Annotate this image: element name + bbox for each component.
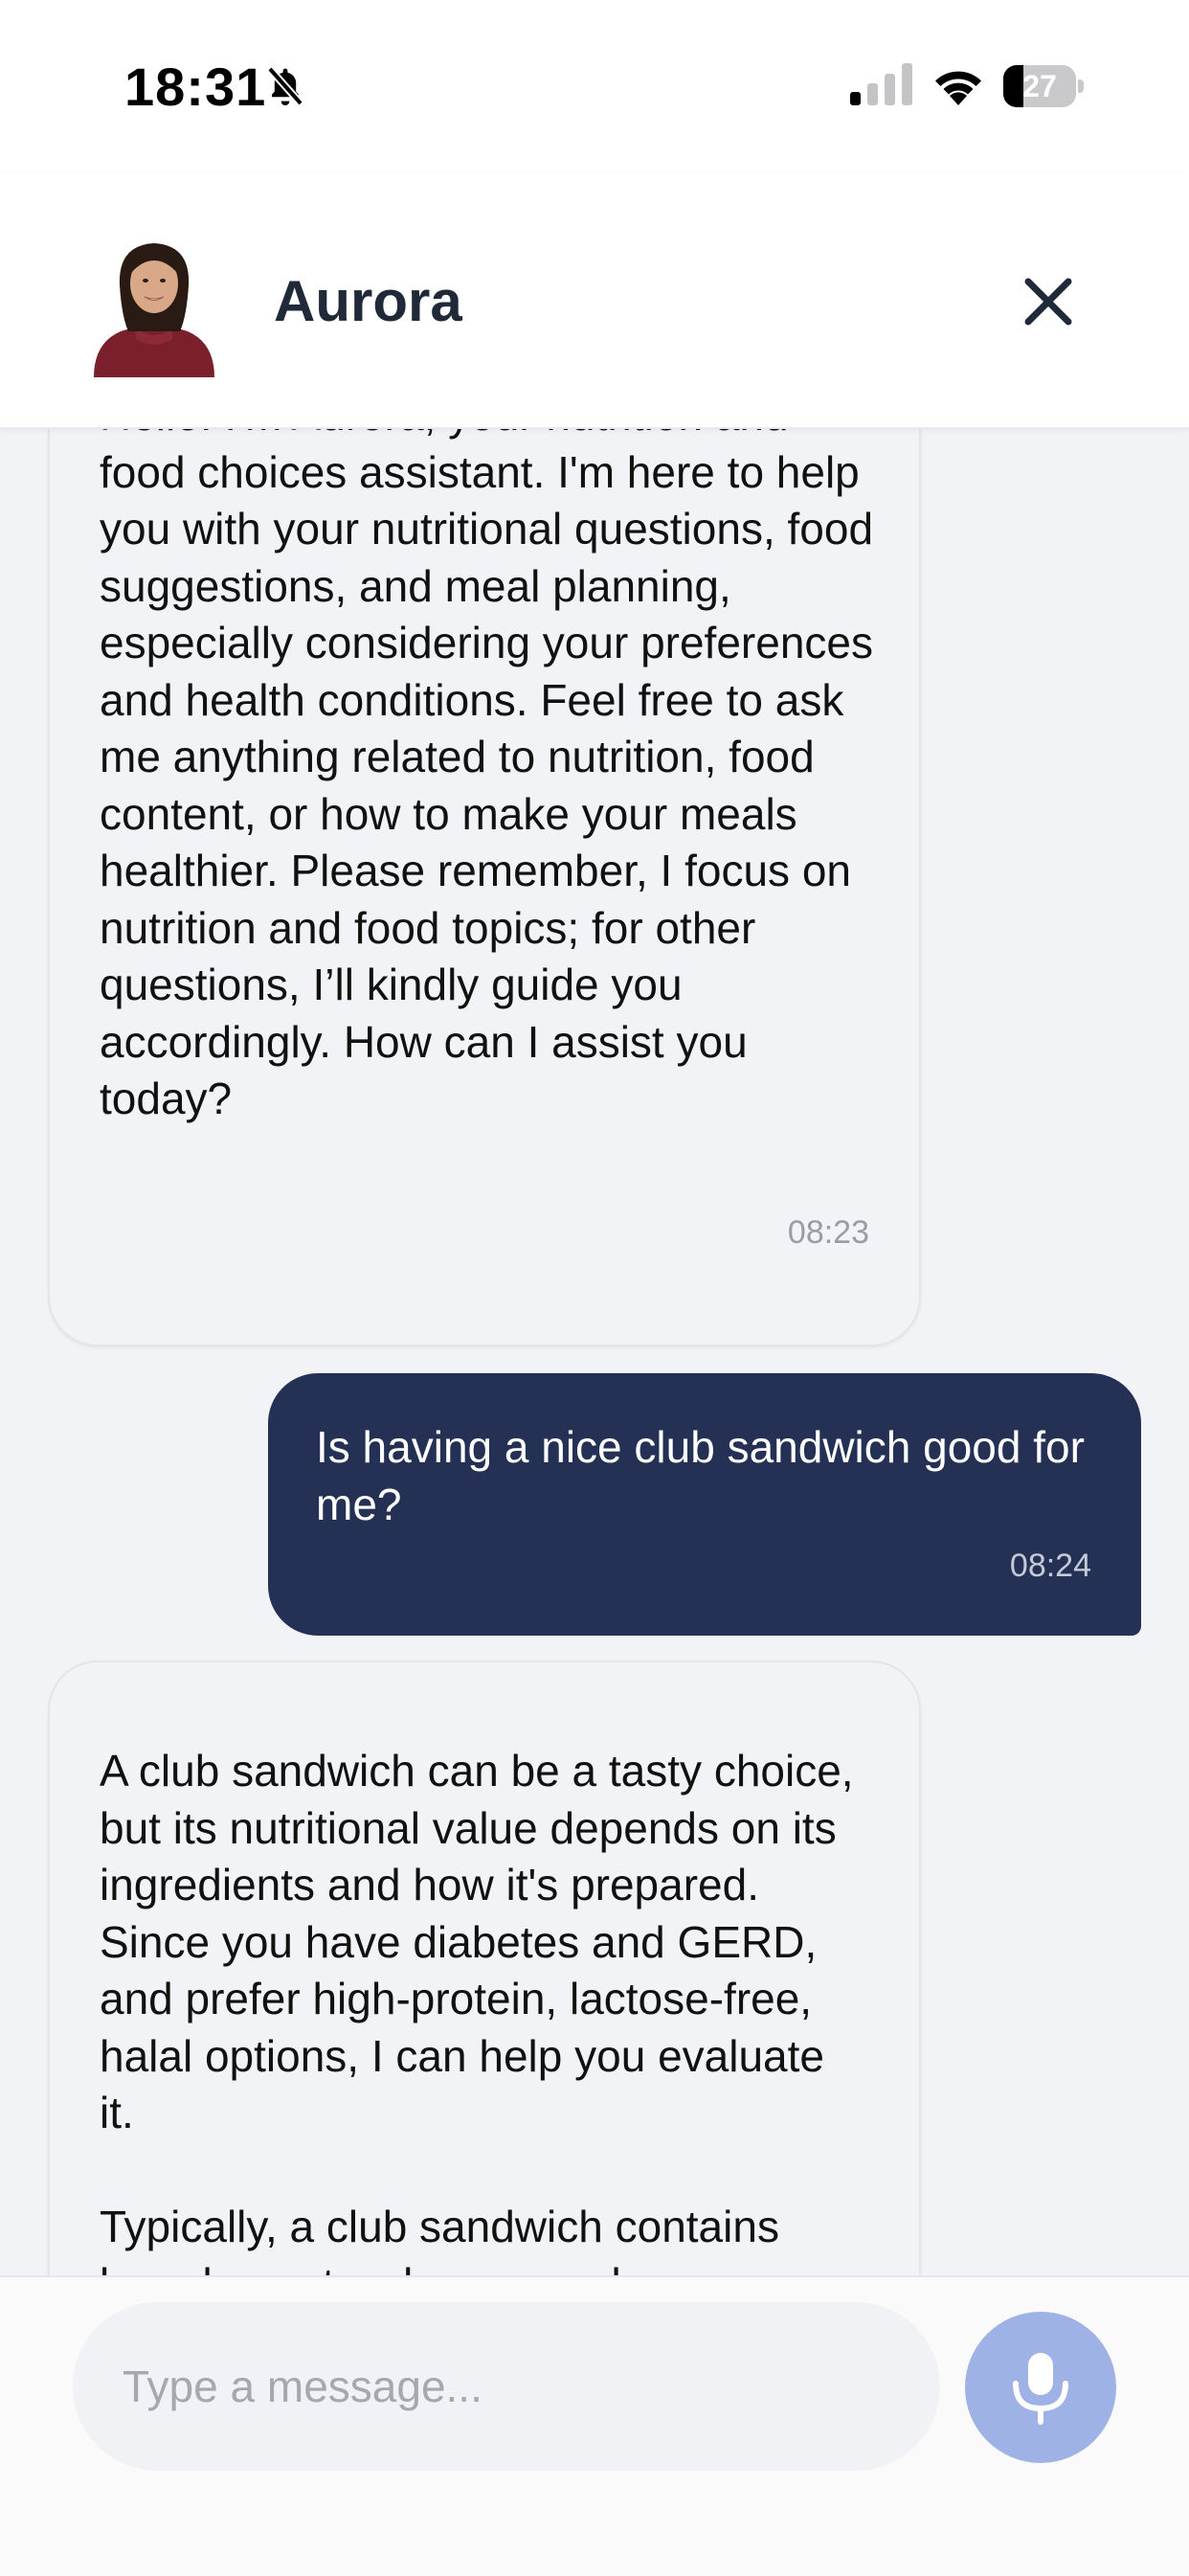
message-composer	[0, 2275, 1189, 2576]
user-message: Is having a nice club sandwich good for …	[268, 1373, 1141, 1636]
avatar	[88, 226, 220, 377]
assistant-message: A club sandwich can be a tasty choice, b…	[48, 1661, 921, 2275]
microphone-button[interactable]	[965, 2312, 1116, 2463]
assistant-message: Hello! I'm Aurora, your nutrition and fo…	[48, 427, 921, 1346]
microphone-icon	[1013, 2353, 1068, 2425]
close-icon[interactable]	[1017, 270, 1080, 333]
battery-level: 27	[1022, 69, 1057, 103]
wifi-icon	[935, 71, 981, 105]
status-time: 18:31	[124, 56, 267, 117]
message-timestamp: 08:24	[1009, 1548, 1091, 1584]
battery-icon: 27	[1003, 65, 1084, 107]
battery-body: 27	[1003, 65, 1076, 107]
bell-slash-icon	[267, 66, 303, 106]
message-input[interactable]	[73, 2302, 940, 2471]
status-bar: 18:31 27	[0, 0, 1189, 172]
message-text: A club sandwich can be a tasty choice, b…	[100, 1746, 854, 2275]
message-text: Is having a nice club sandwich good for …	[316, 1422, 1085, 1529]
cellular-signal-icon	[850, 63, 912, 105]
battery-cap	[1078, 79, 1084, 93]
chat-header: Aurora	[0, 172, 1189, 429]
message-text: Hello! I'm Aurora, your nutrition and fo…	[100, 427, 874, 1123]
message-timestamp: 08:23	[787, 1214, 869, 1251]
chat-messages[interactable]: Hello! I'm Aurora, your nutrition and fo…	[0, 427, 1189, 2275]
assistant-name: Aurora	[274, 269, 462, 333]
